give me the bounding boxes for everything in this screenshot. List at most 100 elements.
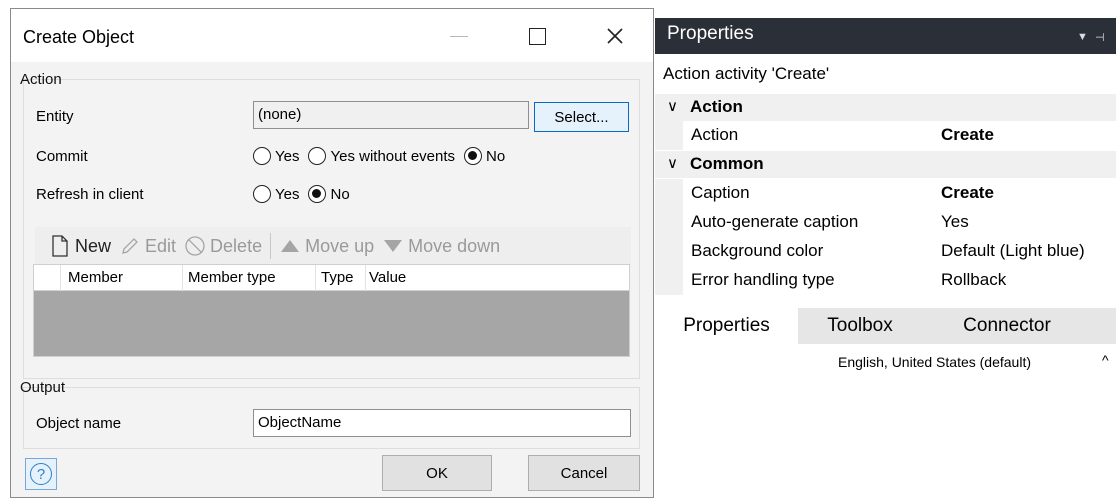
properties-tab-bar: Properties Toolbox Connector bbox=[655, 308, 1116, 344]
property-value: Rollback bbox=[941, 270, 1007, 289]
new-document-icon bbox=[49, 235, 71, 257]
status-bar: English, United States (default) ^ bbox=[655, 344, 1116, 380]
tab-properties[interactable]: Properties bbox=[655, 308, 798, 344]
dialog-titlebar: Create Object bbox=[11, 9, 653, 62]
commit-radio-group: Yes Yes without events No bbox=[253, 147, 514, 165]
property-value: Yes bbox=[941, 212, 969, 231]
property-name: Caption bbox=[691, 183, 750, 202]
prohibited-icon bbox=[184, 235, 206, 257]
help-button[interactable]: ? bbox=[25, 458, 57, 490]
select-entity-button[interactable]: Select... bbox=[534, 102, 629, 132]
column-divider bbox=[315, 265, 316, 291]
new-label: New bbox=[75, 235, 112, 256]
property-value: Default (Light blue) bbox=[941, 241, 1085, 260]
property-row-auto-generate-caption[interactable]: Auto-generate caption Yes bbox=[655, 208, 1116, 237]
close-icon[interactable] bbox=[595, 21, 635, 51]
cancel-button[interactable]: Cancel bbox=[528, 455, 640, 491]
column-header-member-type[interactable]: Member type bbox=[188, 269, 276, 286]
language-selector[interactable]: English, United States (default) bbox=[838, 354, 1031, 370]
create-object-dialog: Create Object Action Entity (none) Selec… bbox=[10, 8, 654, 498]
refresh-no-radio[interactable]: No bbox=[308, 185, 350, 203]
commit-label: Commit bbox=[36, 148, 88, 165]
properties-titlebar: Properties ▼ ⊣ bbox=[655, 18, 1116, 54]
commit-no-radio[interactable]: No bbox=[464, 147, 505, 165]
radio-circle-selected bbox=[308, 185, 327, 203]
delete-button[interactable]: Delete bbox=[184, 235, 262, 257]
triangle-up-icon bbox=[279, 235, 301, 257]
output-group-label: Output bbox=[20, 379, 66, 396]
column-header-value[interactable]: Value bbox=[369, 269, 406, 286]
move-up-label: Move up bbox=[305, 235, 375, 256]
commit-yes-without-events-radio[interactable]: Yes without events bbox=[308, 147, 455, 165]
ok-button[interactable]: OK bbox=[382, 455, 492, 491]
row-gutter bbox=[655, 237, 683, 266]
properties-pane: Properties ▼ ⊣ Action activity 'Create' … bbox=[655, 18, 1116, 380]
category-action[interactable]: ∨ Action bbox=[655, 94, 1116, 121]
radio-label: No bbox=[330, 185, 350, 203]
property-row-background-color[interactable]: Background color Default (Light blue) bbox=[655, 237, 1116, 266]
action-group-label: Action bbox=[20, 71, 62, 88]
row-gutter bbox=[655, 266, 683, 295]
edit-button[interactable]: Edit bbox=[119, 235, 176, 257]
row-gutter bbox=[655, 179, 683, 208]
grid-header: Member Member type Type Value bbox=[34, 265, 629, 291]
category-common[interactable]: ∨ Common bbox=[655, 151, 1116, 178]
row-gutter bbox=[655, 208, 683, 237]
refresh-radio-group: Yes No bbox=[253, 185, 359, 203]
radio-circle bbox=[253, 147, 271, 165]
entity-label: Entity bbox=[36, 108, 74, 125]
edit-label: Edit bbox=[145, 235, 177, 256]
category-label: Common bbox=[690, 154, 764, 173]
row-gutter bbox=[655, 121, 683, 150]
column-divider bbox=[182, 265, 183, 291]
maximize-icon[interactable] bbox=[517, 21, 557, 51]
pencil-icon bbox=[119, 235, 141, 257]
toolbar-divider bbox=[270, 233, 272, 259]
category-label: Action bbox=[690, 97, 743, 116]
object-name-label: Object name bbox=[36, 415, 122, 432]
new-button[interactable]: New bbox=[49, 235, 111, 257]
delete-label: Delete bbox=[210, 235, 263, 256]
pin-icon[interactable]: ⊣ bbox=[1095, 31, 1105, 44]
property-name: Auto-generate caption bbox=[691, 212, 859, 231]
radio-circle bbox=[253, 185, 271, 203]
property-name: Background color bbox=[691, 241, 824, 260]
property-row-caption[interactable]: Caption Create bbox=[655, 179, 1116, 208]
radio-circle bbox=[308, 147, 327, 165]
members-toolbar: New Edit Delete Move up Move down bbox=[35, 227, 631, 265]
property-value: Create bbox=[941, 183, 994, 202]
property-name: Error handling type bbox=[691, 270, 835, 289]
chevron-down-icon: ∨ bbox=[667, 155, 678, 172]
chevron-down-icon: ∨ bbox=[667, 98, 678, 115]
commit-yes-radio[interactable]: Yes bbox=[253, 147, 299, 165]
entity-field: (none) bbox=[253, 101, 529, 129]
move-down-button[interactable]: Move down bbox=[382, 235, 500, 257]
properties-title: Properties bbox=[667, 23, 754, 44]
column-header-type[interactable]: Type bbox=[321, 269, 354, 286]
column-divider bbox=[60, 265, 61, 291]
dropdown-arrow-icon[interactable]: ▼ bbox=[1077, 31, 1088, 43]
refresh-yes-radio[interactable]: Yes bbox=[253, 185, 299, 203]
caret-up-icon[interactable]: ^ bbox=[1102, 352, 1109, 368]
move-down-label: Move down bbox=[408, 235, 501, 256]
members-grid[interactable]: Member Member type Type Value bbox=[33, 264, 630, 357]
tab-connector[interactable]: Connector bbox=[927, 308, 1087, 344]
column-divider bbox=[365, 265, 366, 291]
move-up-button[interactable]: Move up bbox=[279, 235, 374, 257]
dialog-title: Create Object bbox=[23, 27, 135, 47]
refresh-label: Refresh in client bbox=[36, 186, 144, 203]
radio-label: Yes bbox=[275, 185, 300, 203]
question-mark-icon: ? bbox=[30, 463, 52, 485]
column-header-member[interactable]: Member bbox=[68, 269, 123, 286]
radio-circle-selected bbox=[464, 147, 483, 165]
radio-label: Yes bbox=[275, 147, 300, 165]
property-row-action[interactable]: Action Create bbox=[655, 121, 1116, 150]
object-name-input[interactable]: ObjectName bbox=[253, 409, 631, 437]
triangle-down-icon bbox=[382, 235, 404, 257]
properties-subtitle: Action activity 'Create' bbox=[663, 64, 830, 83]
radio-label: Yes without events bbox=[330, 147, 456, 165]
radio-label: No bbox=[486, 147, 506, 165]
tab-toolbox[interactable]: Toolbox bbox=[805, 308, 915, 344]
property-row-error-handling-type[interactable]: Error handling type Rollback bbox=[655, 266, 1116, 295]
minimize-icon[interactable] bbox=[439, 21, 479, 51]
